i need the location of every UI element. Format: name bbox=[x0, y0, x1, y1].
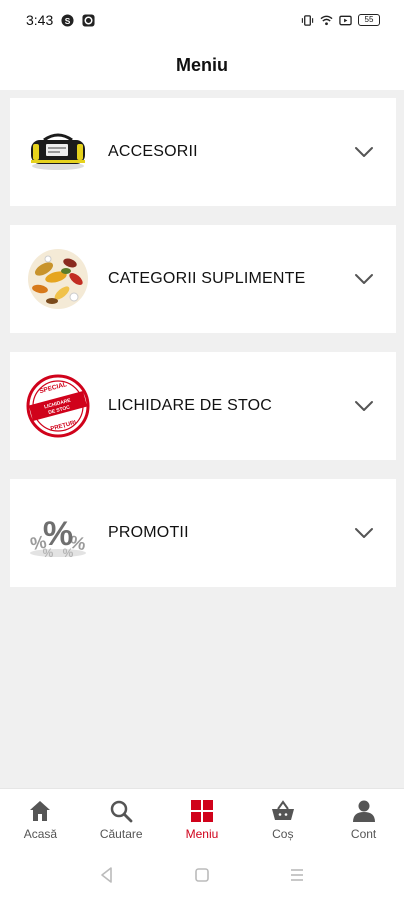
user-icon bbox=[352, 800, 375, 822]
system-nav-bar bbox=[0, 850, 404, 900]
menu-item-label: LICHIDARE DE STOC bbox=[108, 397, 273, 414]
page-title: Meniu bbox=[176, 54, 228, 75]
app-header: Meniu bbox=[0, 40, 404, 90]
chevron-down-icon[interactable] bbox=[354, 396, 374, 416]
svg-text:S: S bbox=[65, 15, 71, 25]
nav-item-label: Căutare bbox=[99, 827, 143, 841]
vibrate-icon bbox=[301, 14, 314, 26]
nav-item-cos[interactable]: Coș bbox=[242, 789, 323, 850]
battery-level: 55 bbox=[364, 15, 374, 24]
status-right: 55 bbox=[301, 14, 380, 27]
pills-image bbox=[26, 247, 90, 311]
home-square-icon[interactable] bbox=[192, 865, 212, 885]
nav-item-meniu[interactable]: Meniu bbox=[162, 789, 243, 850]
bottom-nav: Acasă Căutare Meniu Coș Cont bbox=[0, 788, 404, 850]
svg-text:%: % bbox=[63, 546, 74, 560]
cast-icon bbox=[339, 15, 352, 25]
menu-item-lichidare-de-stoc[interactable]: SPECIAL LICHIDARE DE STOC PREȚURI LICHID… bbox=[10, 352, 396, 460]
grid-icon bbox=[190, 800, 213, 822]
menu-item-label: CATEGORII SUPLIMENTE bbox=[108, 270, 306, 287]
recents-icon[interactable] bbox=[287, 865, 307, 885]
basket-icon bbox=[271, 800, 294, 820]
status-bar: 3:43 S 55 bbox=[0, 0, 404, 40]
menu-item-categorii-suplimente[interactable]: CATEGORII SUPLIMENTE bbox=[10, 225, 396, 333]
chevron-down-icon[interactable] bbox=[354, 523, 374, 543]
shazam-icon bbox=[82, 13, 95, 27]
nav-item-acasa[interactable]: Acasă bbox=[0, 789, 81, 850]
status-time: 3:43 bbox=[26, 12, 54, 28]
battery-icon: 55 bbox=[358, 14, 380, 26]
chevron-down-icon[interactable] bbox=[354, 142, 374, 162]
notification-s-icon: S bbox=[61, 13, 74, 27]
home-icon bbox=[30, 801, 51, 821]
status-left: 3:43 S bbox=[26, 12, 95, 28]
special-stamp-image: SPECIAL LICHIDARE DE STOC PREȚURI bbox=[26, 374, 90, 438]
nav-item-label: Cont bbox=[350, 827, 377, 841]
menu-item-label: ACCESORII bbox=[108, 143, 198, 160]
chevron-down-icon[interactable] bbox=[354, 269, 374, 289]
menu-list: ACCESORII CATEGORII SUPLIMENTE SPECIAL L… bbox=[10, 98, 396, 606]
menu-item-promotii[interactable]: % % % % % PROMOTII bbox=[10, 479, 396, 587]
menu-item-accesorii[interactable]: ACCESORII bbox=[10, 98, 396, 206]
nav-item-cautare[interactable]: Căutare bbox=[81, 789, 162, 850]
nav-item-label: Acasă bbox=[23, 827, 58, 841]
svg-text:%: % bbox=[43, 546, 54, 560]
percent-image: % % % % % bbox=[26, 501, 90, 565]
nav-item-label: Meniu bbox=[185, 827, 219, 841]
back-icon[interactable] bbox=[97, 865, 117, 885]
gym-bag-image bbox=[26, 120, 90, 184]
search-icon bbox=[110, 800, 133, 823]
nav-item-cont[interactable]: Cont bbox=[323, 789, 404, 850]
nav-item-label: Coș bbox=[272, 827, 294, 841]
wifi-icon bbox=[320, 15, 333, 25]
menu-item-label: PROMOTII bbox=[108, 524, 189, 541]
